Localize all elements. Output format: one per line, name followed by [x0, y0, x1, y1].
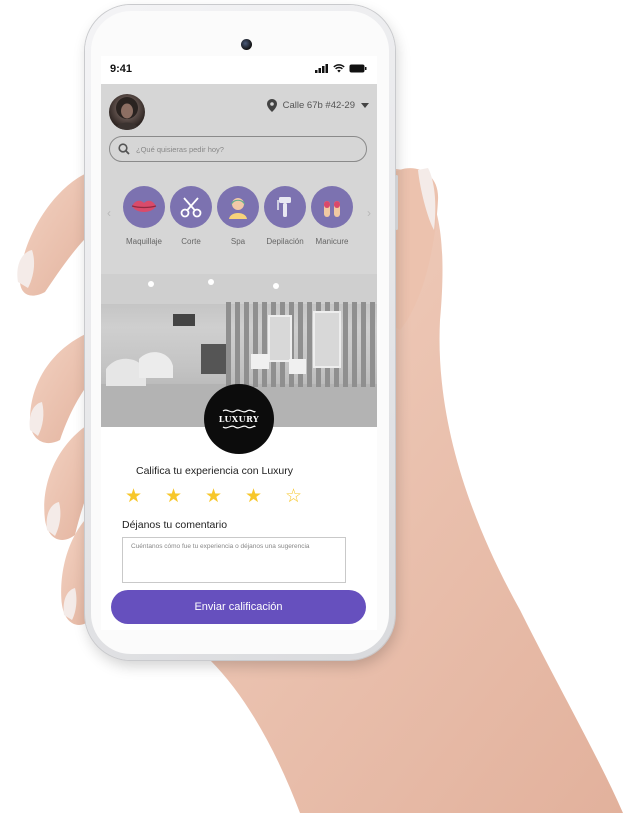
star-icon-filled[interactable]: ★ — [205, 485, 245, 508]
spa-icon — [229, 198, 247, 219]
search-placeholder: ¿Qué quisieras pedir hoy? — [136, 144, 224, 154]
rating-title: Califica tu experiencia con Luxury — [136, 465, 293, 477]
category-label: Depilación — [266, 237, 304, 246]
star-rating[interactable]: ★ ★ ★ ★ ☆ — [125, 485, 325, 508]
logo-text: LUXURY — [218, 414, 260, 424]
category-depilacion[interactable]: Depilación — [262, 186, 308, 246]
star-icon-filled[interactable]: ★ — [245, 485, 285, 508]
comment-title: Déjanos tu comentario — [122, 519, 228, 531]
category-maquillaje[interactable]: Maquillaje — [121, 186, 167, 246]
submit-label: Enviar calificación — [194, 601, 283, 613]
category-label: Maquillaje — [125, 237, 163, 246]
nail-polish-icon — [324, 201, 340, 217]
lips-icon — [131, 200, 157, 212]
category-manicure[interactable]: Manicure — [309, 186, 355, 246]
status-bar: 9:41 — [101, 56, 377, 84]
signal-icon — [315, 64, 328, 73]
category-icon-circle — [170, 186, 212, 228]
chevron-down-icon — [361, 103, 369, 108]
submit-rating-button[interactable]: Enviar calificación — [111, 590, 366, 624]
wifi-icon — [333, 64, 345, 73]
comment-textarea[interactable]: Cuéntanos cómo fue tu experiencia o déja… — [122, 537, 346, 583]
location-pin-icon — [266, 99, 277, 112]
profile-photo-icon — [115, 97, 139, 130]
address-selector[interactable]: Calle 67b #42-29 — [266, 99, 369, 112]
rating-panel: Califica tu experiencia con Luxury ★ ★ ★… — [101, 427, 377, 630]
status-time: 9:41 — [110, 63, 133, 75]
phone-screen: 9:41 Calle 67b #42-29 ¿Qué quisieras ped… — [101, 56, 377, 630]
comment-placeholder: Cuéntanos cómo fue tu experiencia o déja… — [131, 543, 310, 550]
category-icon-circle — [217, 186, 259, 228]
scissors-icon — [180, 197, 202, 218]
dimmed-home-view: Calle 67b #42-29 ¿Qué quisieras pedir ho… — [101, 84, 377, 427]
category-icon-circle — [311, 186, 353, 228]
category-icon-circle — [264, 186, 306, 228]
search-icon — [118, 143, 130, 155]
status-icons — [315, 64, 367, 73]
category-label: Manicure — [315, 237, 349, 246]
battery-icon — [349, 64, 367, 73]
category-spa[interactable]: Spa — [215, 186, 261, 246]
chevron-right-icon[interactable]: › — [367, 206, 371, 220]
star-icon-empty[interactable]: ☆ — [285, 485, 325, 508]
star-icon-filled[interactable]: ★ — [125, 485, 165, 508]
category-corte[interactable]: Corte — [168, 186, 214, 246]
category-label: Corte — [181, 237, 201, 246]
front-camera — [241, 39, 252, 50]
category-label: Spa — [230, 237, 246, 246]
star-icon-filled[interactable]: ★ — [165, 485, 205, 508]
logo-ornament-icon — [222, 425, 256, 429]
business-logo: LUXURY — [204, 384, 274, 454]
category-carousel: ‹ › Maquillaje Corte Spa Depilación Mani… — [101, 186, 377, 266]
avatar[interactable] — [109, 94, 145, 130]
category-icon-circle — [123, 186, 165, 228]
address-text: Calle 67b #42-29 — [282, 100, 355, 111]
search-input[interactable]: ¿Qué quisieras pedir hoy? — [109, 136, 367, 162]
chevron-left-icon[interactable]: ‹ — [107, 206, 111, 220]
razor-icon — [277, 197, 291, 217]
side-button — [395, 175, 398, 230]
